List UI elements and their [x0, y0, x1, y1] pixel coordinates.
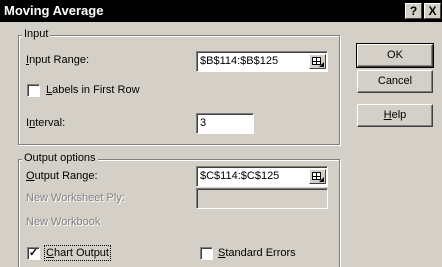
- labels-first-row-label: Labels in First Row: [46, 84, 140, 96]
- input-range-label: Input Range:: [26, 54, 89, 66]
- output-range-label: Output Range:: [26, 170, 98, 182]
- help-title-button[interactable]: ?: [405, 3, 422, 19]
- ok-button[interactable]: OK: [356, 43, 434, 68]
- arrow-icon: [319, 177, 324, 182]
- arrow-icon: [319, 62, 324, 67]
- close-icon: X: [428, 4, 437, 18]
- title-bar[interactable]: Moving Average ? X: [0, 0, 442, 22]
- interval-value: 3: [200, 117, 207, 129]
- standard-errors-checkbox[interactable]: [200, 247, 213, 260]
- question-mark-icon: ?: [409, 4, 418, 18]
- standard-errors-label: Standard Errors: [218, 247, 296, 259]
- input-range-picker-button[interactable]: [309, 54, 326, 69]
- output-range-value: $C$114:$C$125: [200, 170, 280, 182]
- new-worksheet-ply-field[interactable]: [196, 188, 328, 209]
- checkmark-icon: ✓: [28, 247, 39, 259]
- close-button[interactable]: X: [424, 3, 441, 19]
- interval-field[interactable]: 3: [196, 113, 254, 134]
- output-group-title: Output options: [22, 152, 98, 164]
- window-title: Moving Average: [4, 3, 104, 18]
- new-worksheet-ply-label: New Worksheet Ply:: [26, 192, 125, 204]
- chart-output-label: Chart Output: [44, 245, 111, 261]
- input-group-title: Input: [22, 28, 51, 40]
- cancel-button[interactable]: Cancel: [357, 70, 433, 93]
- help-button[interactable]: Help: [357, 104, 433, 127]
- new-workbook-label: New Workbook: [26, 216, 101, 228]
- input-range-value: $B$114:$B$125: [200, 55, 279, 67]
- interval-label: Interval:: [26, 117, 66, 129]
- chart-output-checkbox[interactable]: ✓: [27, 247, 40, 260]
- moving-average-dialog: Moving Average ? X Input Input Range: $B…: [0, 0, 442, 267]
- labels-first-row-checkbox[interactable]: [27, 84, 40, 97]
- output-range-picker-button[interactable]: [309, 169, 326, 184]
